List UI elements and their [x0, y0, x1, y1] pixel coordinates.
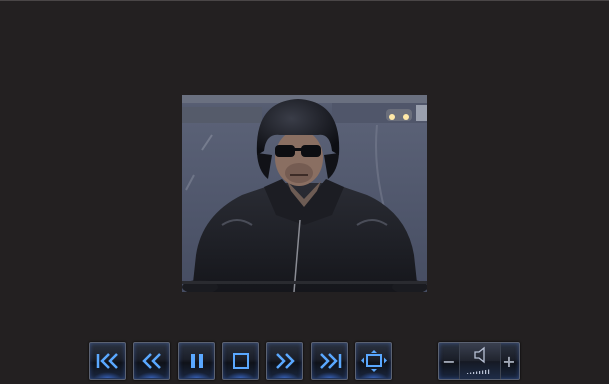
- volume-level-display[interactable]: [459, 343, 501, 379]
- volume-down-button[interactable]: −: [439, 343, 459, 379]
- rewind-icon: [141, 353, 161, 369]
- video-frame-image: [182, 95, 427, 292]
- skip-forward-icon: [319, 353, 341, 369]
- pause-icon: [190, 354, 203, 368]
- fast-forward-icon: [275, 353, 295, 369]
- video-display[interactable]: [182, 95, 427, 292]
- stop-button[interactable]: [222, 342, 259, 380]
- media-player: − +: [0, 0, 609, 384]
- volume-control: − +: [438, 342, 520, 380]
- skip-to-start-button[interactable]: [89, 342, 126, 380]
- speaker-icon: [467, 346, 490, 374]
- skip-back-icon: [96, 353, 118, 369]
- volume-up-button[interactable]: +: [499, 343, 519, 379]
- rewind-button[interactable]: [133, 342, 170, 380]
- stop-icon: [232, 353, 249, 369]
- fullscreen-icon: [360, 350, 387, 372]
- fast-forward-button[interactable]: [266, 342, 303, 380]
- pause-button[interactable]: [178, 342, 215, 380]
- fullscreen-button[interactable]: [355, 342, 392, 380]
- playback-controls: − +: [0, 342, 609, 382]
- skip-to-end-button[interactable]: [311, 342, 348, 380]
